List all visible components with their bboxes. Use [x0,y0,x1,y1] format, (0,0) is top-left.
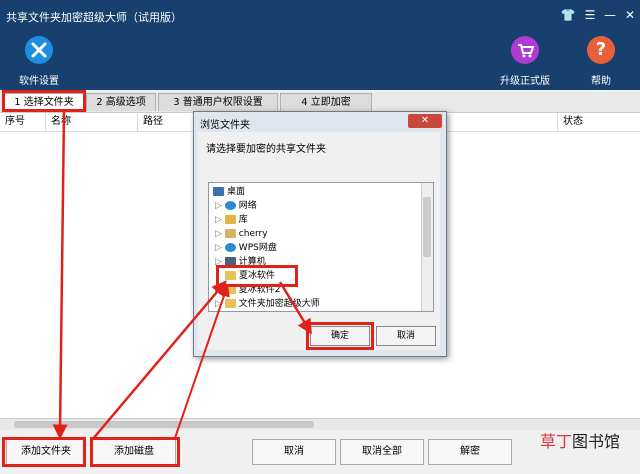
close-icon[interactable]: ✕ [622,7,638,23]
dialog-body: 请选择要加密的共享文件夹 桌面 ▷ 网络 ▷ 库 ▷ cherry ▷ WPS网… [198,132,440,350]
tab-encrypt-now[interactable]: 4 立即加密 [280,93,372,111]
expand-icon[interactable]: ▷ [215,201,222,211]
tree-item-wps-drive[interactable]: ▷ WPS网盘 [215,241,277,255]
cancel-button[interactable]: 取消 [252,439,336,465]
cancel-all-button[interactable]: 取消全部 [340,439,424,465]
decrypt-button[interactable]: 解密 [428,439,512,465]
expand-icon[interactable]: ▷ [215,299,222,309]
tree-scroll-thumb[interactable] [423,197,431,257]
menu-icon[interactable]: ☰ [582,7,598,23]
browse-folder-dialog: 浏览文件夹 ✕ 请选择要加密的共享文件夹 桌面 ▷ 网络 ▷ 库 ▷ cherr… [193,111,447,357]
dialog-title: 浏览文件夹 [200,120,250,131]
folder-tree[interactable]: 桌面 ▷ 网络 ▷ 库 ▷ cherry ▷ WPS网盘 ▷ 计算机 夏冰软件 … [208,182,434,312]
expand-icon[interactable]: ▷ [215,229,222,239]
col-index[interactable]: 序号 [0,113,46,131]
col-name[interactable]: 名称 [46,113,138,131]
upgrade-label: 升级正式版 [500,76,550,87]
tree-item-computer[interactable]: ▷ 计算机 [215,255,266,269]
computer-icon [224,257,236,266]
tab-permissions[interactable]: 3 普通用户权限设置 [158,93,278,111]
expand-icon[interactable]: ▷ [215,243,222,253]
tools-icon [25,36,53,64]
col-status[interactable]: 状态 [558,113,640,131]
dialog-close-icon[interactable]: ✕ [408,114,442,128]
help-button[interactable]: ? 帮助 [566,34,636,90]
watermark: 草丁图书馆 [540,432,621,451]
tree-item-network[interactable]: ▷ 网络 [215,199,257,213]
dialog-prompt: 请选择要加密的共享文件夹 [206,144,326,155]
tree-item-library[interactable]: ▷ 库 [215,213,248,227]
cloud-icon [224,243,236,252]
tab-bar: 1 选择文件夹 2 高级选项 3 普通用户权限设置 4 立即加密 [0,92,640,112]
add-disk-button[interactable]: 添加磁盘 [92,439,176,465]
skin-icon[interactable]: 👕 [560,7,576,23]
add-folder-button[interactable]: 添加文件夹 [6,439,86,465]
tree-item-cherry[interactable]: ▷ cherry [215,227,268,241]
tree-item-folder-encryption[interactable]: ▷ 文件夹加密超级大师 [215,297,320,311]
user-folder-icon [224,229,236,238]
library-icon [224,215,236,224]
expand-icon[interactable]: ▷ [215,215,222,225]
minimize-icon[interactable]: — [602,7,618,23]
folder-icon [225,271,236,280]
window-title: 共享文件夹加密超级大师（试用版） [6,11,182,24]
tab-advanced[interactable]: 2 高级选项 [86,93,156,111]
scroll-thumb[interactable] [14,421,314,428]
upgrade-button[interactable]: 升级正式版 [490,34,560,90]
folder-icon [224,299,236,308]
help-label: 帮助 [591,76,611,87]
dialog-cancel-button[interactable]: 取消 [376,326,436,346]
network-icon [224,201,236,210]
tree-item-xiabing-software-2[interactable]: ▷ 夏冰软件2 [215,283,281,297]
expand-icon[interactable]: ▷ [215,257,222,267]
header-toolbar: 软件设置 升级正式版 ? 帮助 [0,34,640,90]
tree-item-desktop[interactable]: 桌面 [213,185,245,199]
settings-button[interactable]: 软件设置 [4,34,74,90]
cart-icon [511,36,539,64]
folder-icon [224,285,236,294]
title-bar: 共享文件夹加密超级大师（试用版） 👕 ☰ — ✕ [0,0,640,34]
help-icon: ? [587,36,615,64]
tab-select-folder[interactable]: 1 选择文件夹 [4,93,84,111]
tree-item-xiabing-software[interactable]: 夏冰软件 [225,269,275,283]
tree-scrollbar[interactable] [421,183,433,311]
settings-label: 软件设置 [19,76,59,87]
expand-icon[interactable]: ▷ [215,285,222,295]
dialog-ok-button[interactable]: 确定 [310,326,370,346]
desktop-icon [213,187,224,196]
